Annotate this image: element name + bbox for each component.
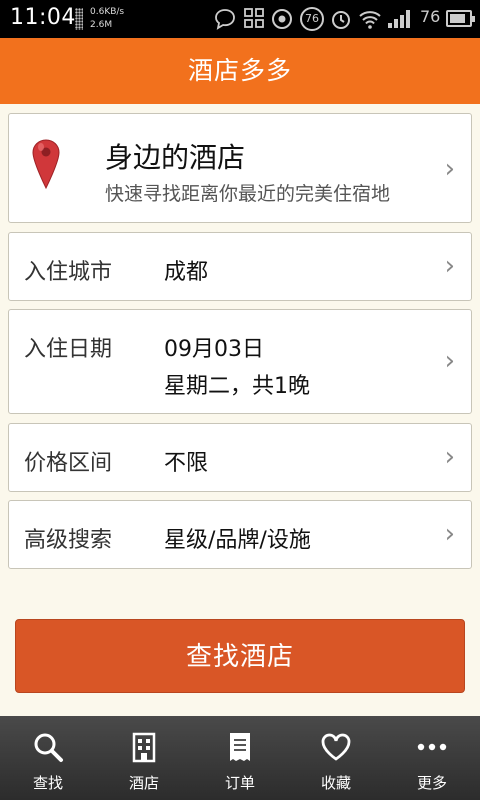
advanced-search-row[interactable]: 高级搜索 星级/品牌/设施 › — [8, 500, 472, 569]
hotel-building-icon — [132, 732, 156, 763]
notification-count-icon: 76 — [300, 7, 324, 31]
net-speed-total: 2.6M — [90, 20, 113, 30]
nearby-hotels-title: 身边的酒店 — [105, 141, 246, 174]
advanced-search-label: 高级搜索 — [24, 528, 113, 553]
nav-label-more: 更多 — [416, 774, 447, 792]
nav-label-favorites: 收藏 — [320, 774, 351, 792]
chevron-right-icon: › — [444, 251, 455, 281]
nav-item-hotels[interactable]: 酒店 — [96, 716, 192, 800]
net-speed-rate: 0.6KB/s — [90, 7, 125, 17]
nearby-hotels-subtitle: 快速寻找距离你最近的完美住宿地 — [105, 183, 391, 205]
sync-icon — [272, 9, 292, 29]
status-time: 11:04 — [10, 5, 76, 30]
page-title: 酒店多多 — [0, 38, 480, 104]
battery-percent: 76 — [420, 7, 441, 26]
nav-label-orders: 订单 — [224, 774, 255, 792]
checkin-weekday-nights: 星期二，共1晚 — [164, 374, 310, 399]
chevron-right-icon: › — [444, 154, 455, 184]
nearby-hotels-card[interactable]: 身边的酒店 快速寻找距离你最近的完美住宿地 › — [8, 113, 472, 223]
checkin-date-row[interactable]: 入住日期 09月03日 星期二，共1晚 › — [8, 309, 472, 414]
network-activity-icon — [75, 8, 83, 30]
heart-icon — [321, 733, 351, 761]
advanced-search-value: 星级/品牌/设施 — [164, 528, 311, 553]
checkin-date-label: 入住日期 — [24, 337, 113, 362]
chevron-right-icon: › — [444, 519, 455, 549]
city-row[interactable]: 入住城市 成都 › — [8, 232, 472, 301]
checkin-date-value: 09月03日 — [164, 337, 264, 362]
alarm-clock-icon — [332, 11, 350, 29]
search-icon — [34, 733, 63, 762]
city-label: 入住城市 — [24, 260, 113, 285]
chevron-right-icon: › — [444, 442, 455, 472]
price-range-value: 不限 — [164, 451, 209, 476]
city-value: 成都 — [164, 260, 209, 285]
nav-item-more[interactable]: 更多 — [384, 716, 480, 800]
price-range-row[interactable]: 价格区间 不限 › — [8, 423, 472, 492]
nav-label-search: 查找 — [32, 774, 63, 792]
receipt-icon — [230, 733, 250, 761]
cell-signal-icon — [388, 10, 414, 28]
status-bar: 11:04 0.6KB/s 2.6M 76 76 — [0, 0, 480, 38]
search-hotels-button[interactable]: 查找酒店 — [15, 619, 465, 693]
chat-bubble-icon — [215, 9, 235, 30]
nav-label-hotels: 酒店 — [128, 774, 159, 792]
wifi-icon — [359, 11, 381, 29]
chevron-right-icon: › — [444, 346, 455, 376]
nav-item-favorites[interactable]: 收藏 — [288, 716, 384, 800]
network-speed: 0.6KB/s 2.6M — [90, 6, 124, 32]
grid-apps-icon — [244, 8, 264, 28]
more-dots-icon — [417, 743, 447, 751]
bottom-nav: 查找 酒店 订单 收藏 更多 — [0, 716, 480, 800]
nav-item-search[interactable]: 查找 — [0, 716, 96, 800]
price-range-label: 价格区间 — [24, 451, 113, 476]
nav-item-orders[interactable]: 订单 — [192, 716, 288, 800]
map-pin-icon — [32, 139, 60, 190]
battery-icon — [446, 10, 475, 27]
